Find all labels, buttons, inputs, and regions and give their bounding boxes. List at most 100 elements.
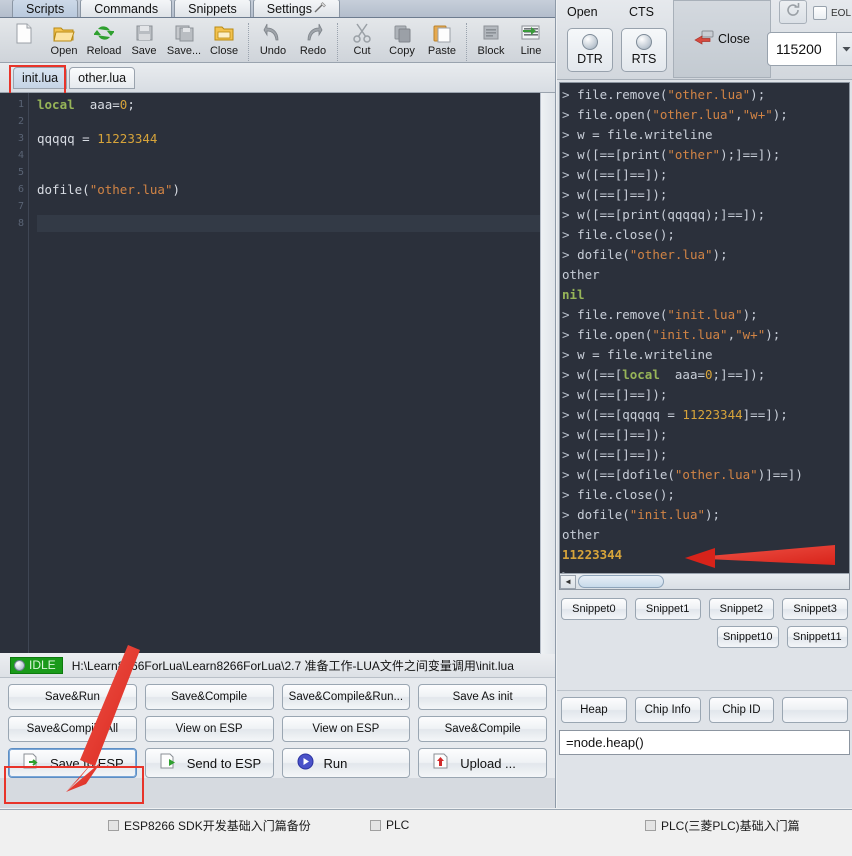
status-bar: IDLE H:\Learn8266ForLua\Learn8266ForLua\…	[0, 653, 555, 678]
toolbar-paste[interactable]: Paste	[422, 21, 462, 63]
toolbar-copy[interactable]: Copy	[382, 21, 422, 63]
save-compile-all-button[interactable]: Save&Compile All	[8, 716, 137, 742]
console-horizontal-scrollbar[interactable]: ◀	[560, 573, 849, 589]
console-output: > file.remove("other.lua"); > file.open("…	[562, 85, 849, 585]
save-compile-button-2[interactable]: Save&Compile	[418, 716, 547, 742]
taskbar-item-plc[interactable]: PLC	[370, 815, 409, 835]
action-row-2: Save&Compile All View on ESP View on ESP…	[8, 716, 547, 742]
cts-label: CTS	[629, 5, 654, 19]
file-tab-init-lua[interactable]: init.lua	[13, 66, 68, 89]
toolbar-line-label: Line	[520, 45, 542, 57]
save-and-compile-button[interactable]: Save&Compile	[144, 684, 274, 710]
chevron-down-icon[interactable]	[836, 33, 852, 65]
save-compile-run-button[interactable]: Save&Compile&Run...	[281, 684, 411, 710]
dtr-toggle-button[interactable]: DTR	[567, 28, 613, 72]
new-file-icon	[15, 21, 33, 45]
taskbar-item-plc-mitsubishi-label: PLC(三菱PLC)基础入门篇	[661, 818, 800, 833]
line-number: 7	[17, 201, 24, 212]
toolbar-copy-label: Copy	[389, 45, 415, 57]
console-line: > w([==[local aaa=0;]==]);	[562, 367, 766, 382]
refresh-ports-button[interactable]	[779, 0, 807, 24]
toolbar-save-as[interactable]: Save...	[164, 21, 204, 63]
toolbar-save[interactable]: Save	[124, 21, 164, 63]
console-line: > w([==[]==]);	[562, 187, 668, 202]
snippet-button-10[interactable]: Snippet10	[717, 626, 779, 648]
snippet-panel: Snippet0 Snippet1 Snippet2 Snippet3 Snip…	[557, 590, 852, 690]
taskbar-item-esp8266-sdk[interactable]: ESP8266 SDK开发基础入门篇备份	[108, 815, 311, 835]
toolbar-cut[interactable]: Cut	[342, 21, 382, 63]
code-text-area[interactable]: local aaa=0; qqqqq = 11223344 dofile("ot…	[29, 93, 555, 653]
baudrate-select[interactable]: 115200	[767, 32, 852, 66]
tab-snippets[interactable]: Snippets	[174, 0, 251, 17]
eol-checkbox-group[interactable]: EOL	[813, 6, 851, 20]
undo-icon	[263, 21, 283, 45]
line-number-gutter: 1 2 3 4 5 6 7 8	[0, 93, 28, 653]
command-input[interactable]: =node.heap()	[559, 730, 850, 755]
open-label: Open	[567, 5, 598, 19]
snippet-button-1[interactable]: Snippet1	[634, 598, 701, 620]
line-number: 8	[17, 218, 24, 229]
view-on-esp-button-1[interactable]: View on ESP	[144, 716, 274, 742]
redo-icon	[303, 21, 323, 45]
application-window: Scripts Commands Snippets Settings Open	[0, 0, 852, 856]
toolbar-block[interactable]: Block	[471, 21, 511, 63]
save-as-init-button[interactable]: Save As init	[418, 684, 547, 710]
scissors-icon	[353, 21, 371, 45]
toolbar-undo[interactable]: Undo	[253, 21, 293, 63]
left-pane-scrollbar[interactable]	[540, 96, 555, 654]
code-line-1: local aaa=0;	[37, 97, 135, 112]
toolbar-open[interactable]: Open	[44, 21, 84, 63]
console-line: > file.open("other.lua","w+");	[562, 107, 788, 122]
toolbar-close-label: Close	[209, 45, 239, 57]
console-hscroll-thumb[interactable]	[578, 575, 664, 588]
line-number: 3	[17, 133, 24, 144]
tab-settings-label: Settings	[266, 2, 312, 16]
file-tab-other-lua[interactable]: other.lua	[69, 66, 136, 89]
tab-settings[interactable]: Settings	[252, 0, 340, 17]
file-tab-other-lua-label: other.lua	[78, 70, 127, 85]
snippet-button-3[interactable]: Snippet3	[782, 598, 848, 620]
toolbar-reload[interactable]: Reload	[84, 21, 124, 63]
snippet-row-1: Snippet0 Snippet1 Snippet2 Snippet3	[561, 598, 848, 620]
snippet-button-11[interactable]: Snippet11	[786, 626, 848, 648]
chip-info-button[interactable]: Chip Info	[634, 697, 701, 723]
snippet-button-2[interactable]: Snippet2	[708, 598, 775, 620]
snippet-button-0[interactable]: Snippet0	[561, 598, 627, 620]
toolbar-line[interactable]: Line	[511, 21, 551, 63]
rts-toggle-button[interactable]: RTS	[621, 28, 667, 72]
extra-info-button[interactable]	[782, 697, 848, 723]
chip-id-button[interactable]: Chip ID	[708, 697, 775, 723]
eol-checkbox[interactable]	[813, 6, 827, 20]
run-button[interactable]: Run	[281, 748, 411, 778]
save-to-esp-button[interactable]: Save to ESP	[8, 748, 137, 778]
status-badge-label: IDLE	[29, 657, 56, 672]
close-port-button[interactable]: Close	[673, 0, 771, 78]
toolbar-close[interactable]: Close	[204, 21, 244, 63]
tab-commands[interactable]: Commands	[80, 0, 173, 17]
console-line: > w([==[print("other");]==]);	[562, 147, 781, 162]
toolbar-redo[interactable]: Redo	[293, 21, 333, 63]
upload-button[interactable]: Upload ...	[418, 748, 547, 778]
toolbar-separator-1	[248, 23, 249, 61]
taskbar-item-plc-mitsubishi[interactable]: PLC(三菱PLC)基础入门篇	[645, 815, 800, 835]
send-to-esp-button[interactable]: Send to ESP	[144, 748, 274, 778]
refresh-icon	[785, 2, 801, 23]
block-icon	[482, 21, 501, 45]
close-port-label: Close	[718, 32, 750, 46]
tab-scripts-label: Scripts	[26, 2, 65, 16]
line-number: 5	[17, 167, 24, 178]
serial-console[interactable]: > file.remove("other.lua"); > file.open("…	[559, 82, 850, 590]
scroll-left-arrow-icon[interactable]: ◀	[560, 574, 576, 589]
heap-button[interactable]: Heap	[561, 697, 627, 723]
console-line: > w([==[]==]);	[562, 167, 668, 182]
view-on-esp-button-2[interactable]: View on ESP	[281, 716, 411, 742]
code-editor[interactable]: 1 2 3 4 5 6 7 8 local aaa=0; qqqqq = 112…	[0, 93, 555, 653]
line-icon	[521, 21, 541, 45]
toolbar-new-file[interactable]	[4, 21, 44, 63]
editor-toolbar: Open Reload Save Save... Close Undo Redo…	[0, 18, 555, 63]
tab-scripts[interactable]: Scripts	[12, 0, 79, 17]
upload-icon	[433, 753, 450, 773]
save-and-run-button[interactable]: Save&Run	[8, 684, 137, 710]
